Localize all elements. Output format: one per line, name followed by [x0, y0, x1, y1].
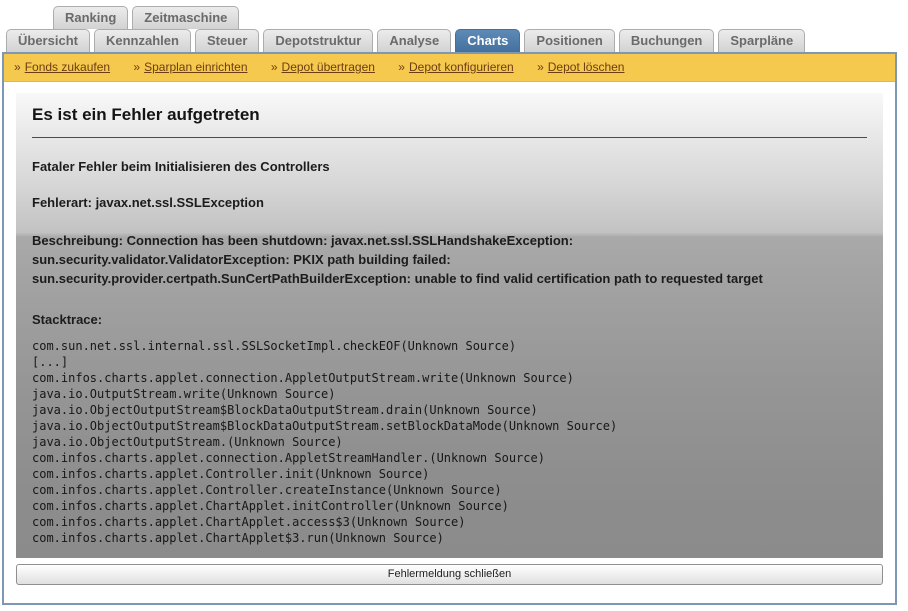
link-depot-konfigurieren[interactable]: » Depot konfigurieren	[398, 60, 513, 74]
double-arrow-icon: »	[133, 60, 141, 74]
stacktrace-line: java.io.ObjectOutputStream$BlockDataOutp…	[32, 403, 538, 417]
error-description-line: Beschreibung: Connection has been shutdo…	[32, 233, 574, 248]
page: Ranking Zeitmaschine Übersicht Kennzahle…	[0, 6, 908, 605]
error-panel: Es ist ein Fehler aufgetreten Fataler Fe…	[16, 93, 883, 558]
error-title: Es ist ein Fehler aufgetreten	[32, 105, 260, 124]
link-depot-loeschen[interactable]: » Depot löschen	[537, 60, 624, 74]
tab-depotstruktur[interactable]: Depotstruktur	[263, 29, 374, 52]
tab-uebersicht[interactable]: Übersicht	[6, 29, 90, 52]
tab-ranking[interactable]: Ranking	[53, 6, 129, 29]
stacktrace-line: java.io.ObjectOutputStream.(Unknown Sour…	[32, 435, 343, 449]
stacktrace: com.sun.net.ssl.internal.ssl.SSLSocketIm…	[32, 338, 867, 546]
link-label: Depot übertragen	[281, 60, 375, 74]
link-label: Depot löschen	[547, 60, 625, 74]
error-type-line: Fehlerart: javax.net.ssl.SSLException	[32, 195, 264, 210]
double-arrow-icon: »	[14, 60, 21, 74]
stacktrace-line: [...]	[32, 355, 69, 369]
stacktrace-line: com.infos.charts.applet.Controller.init(…	[32, 467, 430, 481]
tab-charts[interactable]: Charts	[455, 29, 521, 52]
double-arrow-icon: »	[398, 60, 405, 74]
fatal-error-line: Fataler Fehler beim Initialisieren des C…	[32, 159, 330, 174]
link-sparplan-einrichten[interactable]: » Sparplan einrichten	[133, 60, 247, 74]
stacktrace-line: com.infos.charts.applet.ChartApplet.init…	[32, 499, 509, 513]
divider	[32, 137, 867, 139]
stacktrace-line: com.infos.charts.applet.Controller.creat…	[32, 483, 502, 497]
tab-sparplaene[interactable]: Sparpläne	[718, 29, 806, 52]
double-arrow-icon: »	[270, 60, 278, 74]
link-fonds-zukaufen[interactable]: » Fonds zukaufen	[14, 60, 110, 74]
content-container: » Fonds zukaufen » Sparplan einrichten » De…	[2, 52, 897, 605]
error-description-line: sun.security.provider.certpath.SunCertPa…	[32, 271, 763, 286]
double-arrow-icon: »	[537, 60, 544, 74]
stacktrace-line: com.infos.charts.applet.ChartApplet.acce…	[32, 515, 466, 529]
stacktrace-line: com.infos.charts.applet.connection.Apple…	[32, 371, 574, 385]
tab-kennzahlen[interactable]: Kennzahlen	[93, 29, 191, 52]
stacktrace-line: com.infos.charts.applet.ChartApplet$3.ru…	[32, 531, 444, 545]
error-description-line: sun.security.validator.ValidatorExceptio…	[32, 252, 451, 267]
tab-row-primary: Übersicht Kennzahlen Steuer Depotstruktu…	[0, 29, 908, 52]
stacktrace-line: com.sun.net.ssl.internal.ssl.SSLSocketIm…	[32, 339, 517, 353]
link-depot-uebertragen[interactable]: » Depot übertragen	[271, 60, 375, 74]
stacktrace-line: java.io.OutputStream.write(Unknown Sourc…	[32, 387, 336, 401]
tab-positionen[interactable]: Positionen	[524, 29, 615, 52]
stacktrace-line: java.io.ObjectOutputStream$BlockDataOutp…	[32, 419, 618, 433]
tab-analyse[interactable]: Analyse	[377, 29, 452, 52]
tab-steuer[interactable]: Steuer	[194, 29, 260, 52]
error-description: Beschreibung: Connection has been shutdo…	[32, 231, 867, 288]
link-label: Depot konfigurieren	[408, 60, 514, 74]
tab-zeitmaschine[interactable]: Zeitmaschine	[132, 6, 240, 29]
stacktrace-line: com.infos.charts.applet.connection.Apple…	[32, 451, 545, 465]
action-link-bar: » Fonds zukaufen » Sparplan einrichten » De…	[4, 54, 895, 82]
tab-row-secondary: Ranking Zeitmaschine	[0, 6, 908, 29]
link-label: Sparplan einrichten	[144, 60, 248, 74]
stacktrace-label: Stacktrace:	[32, 312, 103, 327]
close-error-button[interactable]: Fehlermeldung schließen	[16, 564, 883, 585]
link-label: Fonds zukaufen	[24, 60, 111, 74]
tab-buchungen[interactable]: Buchungen	[618, 29, 715, 52]
